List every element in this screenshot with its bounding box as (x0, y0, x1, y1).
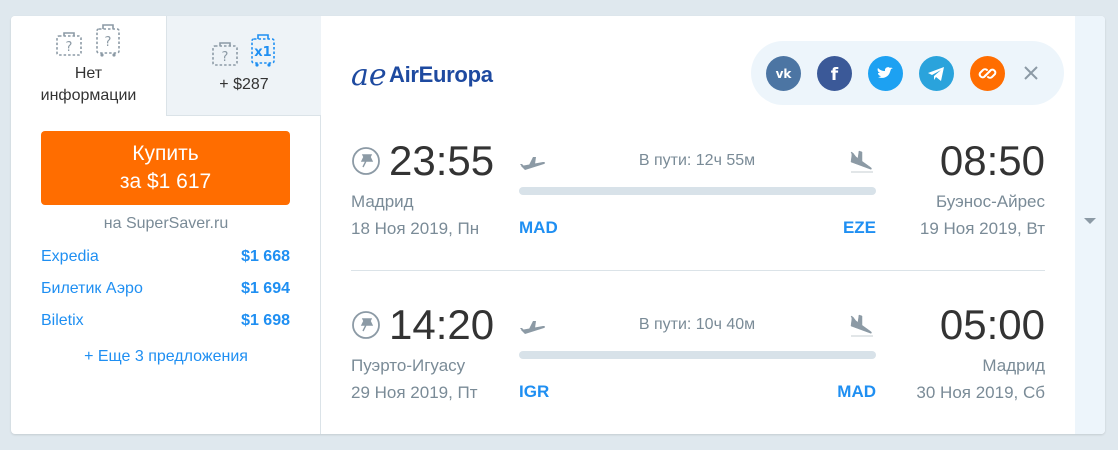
departure-city: Мадрид (351, 192, 414, 211)
departure-time: 14:20 (389, 301, 495, 348)
baggage-tabs: ? ? Нет информации ? x1 + $287 (11, 16, 321, 116)
svg-text:x1: x1 (255, 45, 272, 60)
departure-airport-code[interactable]: MAD (519, 218, 558, 238)
svg-text:ae: ae (351, 58, 387, 92)
copy-link-button[interactable] (970, 56, 1005, 91)
offer-agency[interactable]: Biletix (41, 312, 84, 330)
departure-date: 18 Ноя 2019, Пн (351, 219, 480, 238)
close-share-button[interactable] (1019, 61, 1043, 85)
offers-list: Expedia $1 668 Билетик Аэро $1 694 Bilet… (41, 248, 290, 344)
share-bar: vk f (751, 41, 1064, 105)
tab-no-info-label: Нет информации (40, 65, 137, 104)
departure-time: 23:55 (389, 137, 495, 184)
buy-label: Купить (132, 142, 199, 165)
flight-segment-return: 14:20 05:00 В пути: 10ч 40м Пуэрто-Игуас… (351, 300, 1045, 430)
close-icon (1024, 66, 1038, 80)
link-icon (978, 68, 997, 79)
twitter-icon (877, 67, 893, 78)
arrival-city: Буэнос-Айрес (935, 192, 1045, 211)
offer-row[interactable]: Biletix $1 698 (41, 312, 290, 344)
route-track (519, 351, 876, 359)
departure-city: Пуэрто-Игуасу (351, 356, 466, 375)
pin-icon[interactable] (351, 310, 381, 340)
pin-icon[interactable] (351, 146, 381, 176)
offer-agency[interactable]: Билетик Аэро (41, 280, 143, 298)
segment-divider (351, 270, 1045, 271)
vk-icon: vk (776, 67, 793, 81)
svg-text:f: f (831, 65, 839, 85)
chevron-down-icon (1084, 218, 1096, 224)
unknown-baggage-icon: ? (210, 38, 240, 73)
facebook-share-button[interactable]: f (817, 56, 852, 91)
agency-name: на SuperSaver.ru (103, 215, 229, 232)
flight-segment-outbound: 23:55 08:50 В пути: 12ч 55м Мадрид Буэно… (351, 136, 1045, 266)
expand-details-button[interactable] (1075, 16, 1105, 434)
tab-extra-baggage-label: + $287 (219, 76, 269, 93)
unknown-handluggage-icon: ? (93, 22, 123, 63)
arrival-city: Мадрид (982, 356, 1045, 375)
arrival-time: 08:50 (939, 137, 1045, 184)
departure-airport-code[interactable]: IGR (519, 382, 549, 402)
arrival-airport-code[interactable]: MAD (819, 382, 876, 402)
price-panel: ? ? Нет информации ? x1 + $287 Купить за… (11, 16, 321, 434)
route-track (519, 187, 876, 195)
offer-price[interactable]: $1 698 (241, 312, 290, 330)
more-offers-link[interactable]: + Еще 3 предложения (11, 348, 321, 366)
flight-duration: В пути: 12ч 55м (638, 152, 756, 169)
ticket-card: ? ? Нет информации ? x1 + $287 Купить за… (11, 16, 1105, 434)
flight-duration: В пути: 10ч 40м (638, 316, 756, 333)
offer-row[interactable]: Expedia $1 668 (41, 248, 290, 280)
offer-row[interactable]: Билетик Аэро $1 694 (41, 280, 290, 312)
airline-logo: ae AirEuropa (351, 58, 493, 93)
telegram-icon (928, 67, 944, 81)
arrival-date: 30 Ноя 2019, Сб (916, 383, 1045, 402)
buy-price: за $1 617 (119, 170, 212, 193)
telegram-share-button[interactable] (919, 56, 954, 91)
svg-text:?: ? (66, 40, 73, 55)
airline-logo-mark: ae (351, 58, 387, 93)
landing-icon (849, 314, 875, 338)
svg-text:?: ? (104, 35, 111, 50)
vk-share-button[interactable]: vk (766, 56, 801, 91)
svg-text:?: ? (221, 50, 228, 65)
offer-price[interactable]: $1 694 (241, 280, 290, 298)
arrival-date: 19 Ноя 2019, Вт (919, 219, 1045, 238)
handluggage-x1-icon: x1 (248, 32, 278, 73)
svg-text:vk: vk (776, 67, 793, 81)
landing-icon (849, 150, 875, 174)
offer-agency[interactable]: Expedia (41, 248, 99, 266)
buy-button[interactable]: Купить за $1 617 (41, 131, 290, 205)
airline-name: AirEuropa (389, 62, 493, 87)
facebook-icon: f (831, 65, 839, 85)
arrival-airport-code[interactable]: EZE (819, 218, 876, 238)
unknown-baggage-icon: ? (54, 28, 84, 63)
tab-extra-baggage[interactable]: ? x1 + $287 (166, 16, 321, 116)
departure-date: 29 Ноя 2019, Пт (351, 383, 478, 402)
twitter-share-button[interactable] (868, 56, 903, 91)
tab-no-info[interactable]: ? ? Нет информации (11, 16, 166, 116)
arrival-time: 05:00 (939, 301, 1045, 348)
offer-price[interactable]: $1 668 (241, 248, 290, 266)
